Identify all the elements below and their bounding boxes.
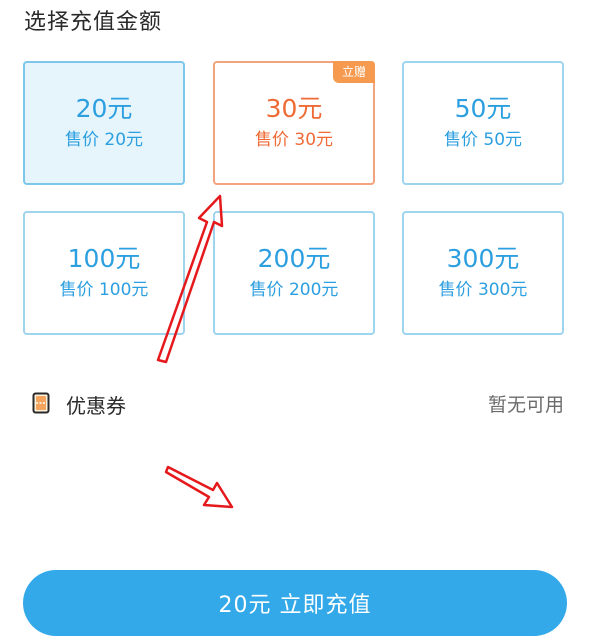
option-price: 售价 200元 [249,280,339,300]
promo-badge: 立赠 [333,61,375,83]
amount-option-200[interactable]: 200元 售价 200元 [213,211,375,335]
amount-option-100[interactable]: 100元 售价 100元 [23,211,185,335]
amount-option-50[interactable]: 50元 售价 50元 [402,61,564,185]
amount-option-30[interactable]: 立赠 30元 售价 30元 [213,61,375,185]
amount-option-20[interactable]: 20元 售价 20元 [23,61,185,185]
option-price: 售价 20元 [64,130,144,150]
amount-option-300[interactable]: 300元 售价 300元 [402,211,564,335]
coupon-label: 优惠券 [66,394,126,418]
option-amount: 30元 [265,94,323,123]
option-amount: 200元 [257,244,331,273]
option-price: 售价 50元 [443,130,523,150]
arrow-to-cta-button [164,465,234,509]
option-amount: 100元 [67,244,141,273]
option-amount: 300元 [446,244,520,273]
coupon-row[interactable]: 优惠券 暂无可用 [32,388,564,420]
recharge-now-button[interactable]: 20元 立即充值 [23,570,567,636]
option-price: 售价 300元 [438,280,528,300]
option-amount: 50元 [454,94,512,123]
ticket-icon [32,392,50,414]
section-title: 选择充值金额 [24,10,163,35]
coupon-status: 暂无可用 [487,394,564,416]
recharge-page: 选择充值金额 20元 售价 20元 立赠 30元 售价 30元 50元 售价 5… [0,0,599,642]
option-amount: 20元 [75,94,133,123]
option-price: 售价 100元 [59,280,149,300]
watermark [590,631,593,642]
option-price: 售价 30元 [254,130,334,150]
